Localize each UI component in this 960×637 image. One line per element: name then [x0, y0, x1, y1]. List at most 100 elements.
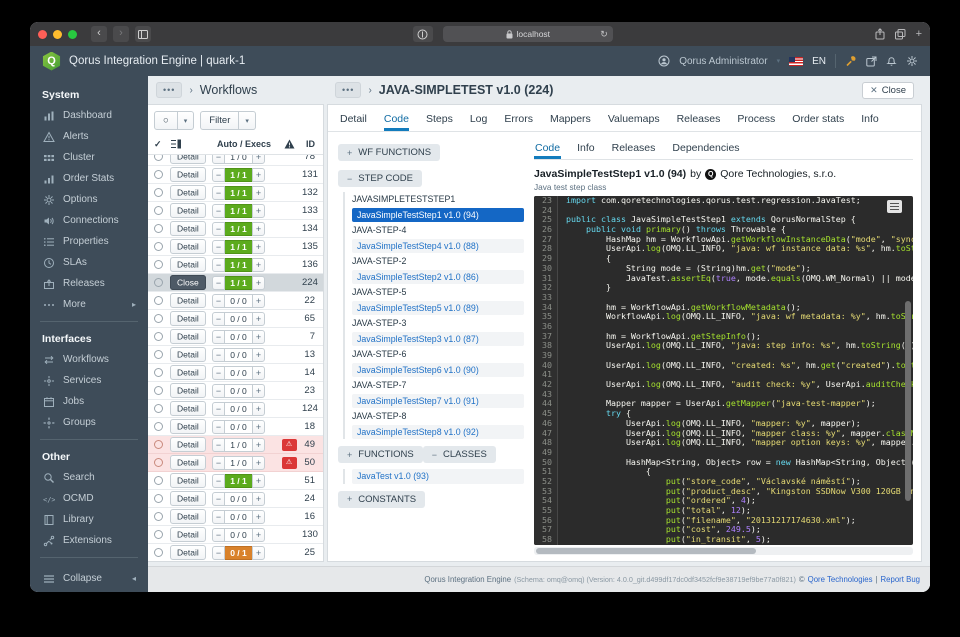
- increment-button[interactable]: +: [252, 222, 265, 236]
- detail-button[interactable]: Detail: [170, 347, 206, 362]
- increment-button[interactable]: +: [252, 204, 265, 218]
- selection-button[interactable]: ○: [154, 111, 178, 130]
- row-radio[interactable]: [154, 386, 163, 395]
- tab-errors[interactable]: Errors: [504, 113, 533, 131]
- increment-button[interactable]: +: [252, 186, 265, 200]
- sidebar-item-dashboard[interactable]: Dashboard: [30, 105, 148, 126]
- detail-button[interactable]: Detail: [170, 365, 206, 380]
- decrement-button[interactable]: −: [212, 528, 225, 542]
- increment-button[interactable]: +: [252, 456, 265, 470]
- detail-button[interactable]: Detail: [170, 293, 206, 308]
- user-menu[interactable]: Qorus Administrator: [679, 56, 767, 67]
- subtab-releases[interactable]: Releases: [611, 140, 657, 159]
- decrement-button[interactable]: −: [212, 510, 225, 524]
- table-row[interactable]: Detail−0 / 0+7: [148, 328, 323, 346]
- detail-button[interactable]: Detail: [170, 329, 206, 344]
- address-bar[interactable]: localhost ↻: [443, 26, 613, 42]
- row-radio[interactable]: [154, 548, 163, 557]
- increment-button[interactable]: +: [252, 402, 265, 416]
- sidebar-item-ocmd[interactable]: </>OCMD: [30, 488, 148, 509]
- settings-gear-icon[interactable]: [906, 55, 918, 67]
- panel-menu-button[interactable]: •••: [156, 82, 182, 98]
- increment-button[interactable]: +: [252, 492, 265, 506]
- increment-button[interactable]: +: [252, 258, 265, 272]
- decrement-button[interactable]: −: [212, 186, 225, 200]
- decrement-button[interactable]: −: [212, 222, 225, 236]
- sidebar-item-order-stats[interactable]: Order Stats: [30, 168, 148, 189]
- table-row[interactable]: Detail−1 / 1+135: [148, 238, 323, 256]
- detail-button[interactable]: Detail: [170, 311, 206, 326]
- sidebar-item-groups[interactable]: Groups: [30, 412, 148, 433]
- decrement-button[interactable]: −: [212, 240, 225, 254]
- decrement-button[interactable]: −: [212, 474, 225, 488]
- table-row[interactable]: Detail−0 / 0+14: [148, 364, 323, 382]
- decrement-button[interactable]: −: [212, 420, 225, 434]
- table-row[interactable]: Detail−0 / 0+24: [148, 490, 323, 508]
- row-radio[interactable]: [154, 368, 163, 377]
- detail-button[interactable]: Detail: [170, 437, 206, 452]
- increment-button[interactable]: +: [252, 420, 265, 434]
- tabs-overview-icon[interactable]: [895, 29, 906, 40]
- detail-button[interactable]: Detail: [170, 401, 206, 416]
- tree-item-link[interactable]: JavaSimpleTestStep7 v1.0 (91): [352, 394, 524, 409]
- tree-section-classes[interactable]: −CLASSES: [423, 446, 496, 463]
- scrollbar-thumb[interactable]: [536, 548, 756, 554]
- table-row[interactable]: Detail−1 / 0+⚠49: [148, 436, 323, 454]
- vertical-scrollbar[interactable]: [905, 301, 911, 501]
- detail-button[interactable]: Detail: [170, 155, 206, 164]
- code-editor[interactable]: 23import com.qoretechnologies.qorus.test…: [534, 196, 913, 545]
- detail-button[interactable]: Detail: [170, 473, 206, 488]
- table-row[interactable]: Detail−1 / 1+51: [148, 472, 323, 490]
- detail-button[interactable]: Detail: [170, 545, 206, 560]
- minimap-toggle-icon[interactable]: [887, 200, 902, 213]
- row-radio[interactable]: [154, 404, 163, 413]
- row-radio[interactable]: [154, 476, 163, 485]
- table-row[interactable]: Detail−0 / 0+13: [148, 346, 323, 364]
- decrement-button[interactable]: −: [212, 155, 225, 164]
- increment-button[interactable]: +: [252, 276, 265, 290]
- alerts-column-header[interactable]: [276, 139, 302, 149]
- increment-button[interactable]: +: [252, 240, 265, 254]
- tree-item-link[interactable]: JavaSimpleTestStep1 v1.0 (94): [352, 208, 524, 223]
- sidebar-item-releases[interactable]: Releases: [30, 273, 148, 294]
- tree-section-wf-functions[interactable]: +WF FUNCTIONS: [338, 144, 440, 161]
- sidebar-toggle-icon[interactable]: [135, 26, 151, 42]
- minimize-window-button[interactable]: [53, 30, 62, 39]
- shield-icon[interactable]: [413, 26, 433, 42]
- row-radio[interactable]: [154, 224, 163, 233]
- row-radio[interactable]: [154, 530, 163, 539]
- detail-button[interactable]: Detail: [170, 509, 206, 524]
- table-row[interactable]: Detail−0 / 1+25: [148, 544, 323, 561]
- report-bug-link[interactable]: Report Bug: [881, 575, 920, 584]
- increment-button[interactable]: +: [252, 348, 265, 362]
- detail-button[interactable]: Detail: [170, 527, 206, 542]
- panel-menu-button[interactable]: •••: [335, 82, 361, 98]
- detail-button[interactable]: Detail: [170, 221, 206, 236]
- tab-detail[interactable]: Detail: [340, 113, 367, 131]
- notifications-bell-icon[interactable]: [886, 55, 897, 67]
- tree-section-functions[interactable]: +FUNCTIONS: [338, 446, 423, 463]
- tab-mappers[interactable]: Mappers: [550, 113, 591, 131]
- subtab-code[interactable]: Code: [534, 140, 561, 159]
- tab-order-stats[interactable]: Order stats: [792, 113, 844, 131]
- user-caret-icon[interactable]: ▾: [777, 57, 781, 65]
- increment-button[interactable]: +: [252, 330, 265, 344]
- horizontal-scrollbar[interactable]: [534, 547, 913, 555]
- row-radio[interactable]: [154, 440, 163, 449]
- increment-button[interactable]: +: [252, 312, 265, 326]
- table-row[interactable]: Detail−1 / 0+78: [148, 155, 323, 166]
- sidebar-collapse-button[interactable]: Collapse◂: [30, 568, 148, 589]
- tab-process[interactable]: Process: [737, 113, 775, 131]
- decrement-button[interactable]: −: [212, 402, 225, 416]
- decrement-button[interactable]: −: [212, 258, 225, 272]
- filter-caret-button[interactable]: ▾: [239, 111, 256, 130]
- increment-button[interactable]: +: [252, 294, 265, 308]
- row-radio[interactable]: [154, 314, 163, 323]
- reload-icon[interactable]: ↻: [600, 29, 608, 40]
- detail-button[interactable]: Detail: [170, 185, 206, 200]
- decrement-button[interactable]: −: [212, 330, 225, 344]
- row-radio[interactable]: [154, 260, 163, 269]
- detail-button[interactable]: Detail: [170, 491, 206, 506]
- sidebar-item-extensions[interactable]: Extensions: [30, 530, 148, 551]
- tree-section-step-code[interactable]: −STEP CODE: [338, 170, 422, 187]
